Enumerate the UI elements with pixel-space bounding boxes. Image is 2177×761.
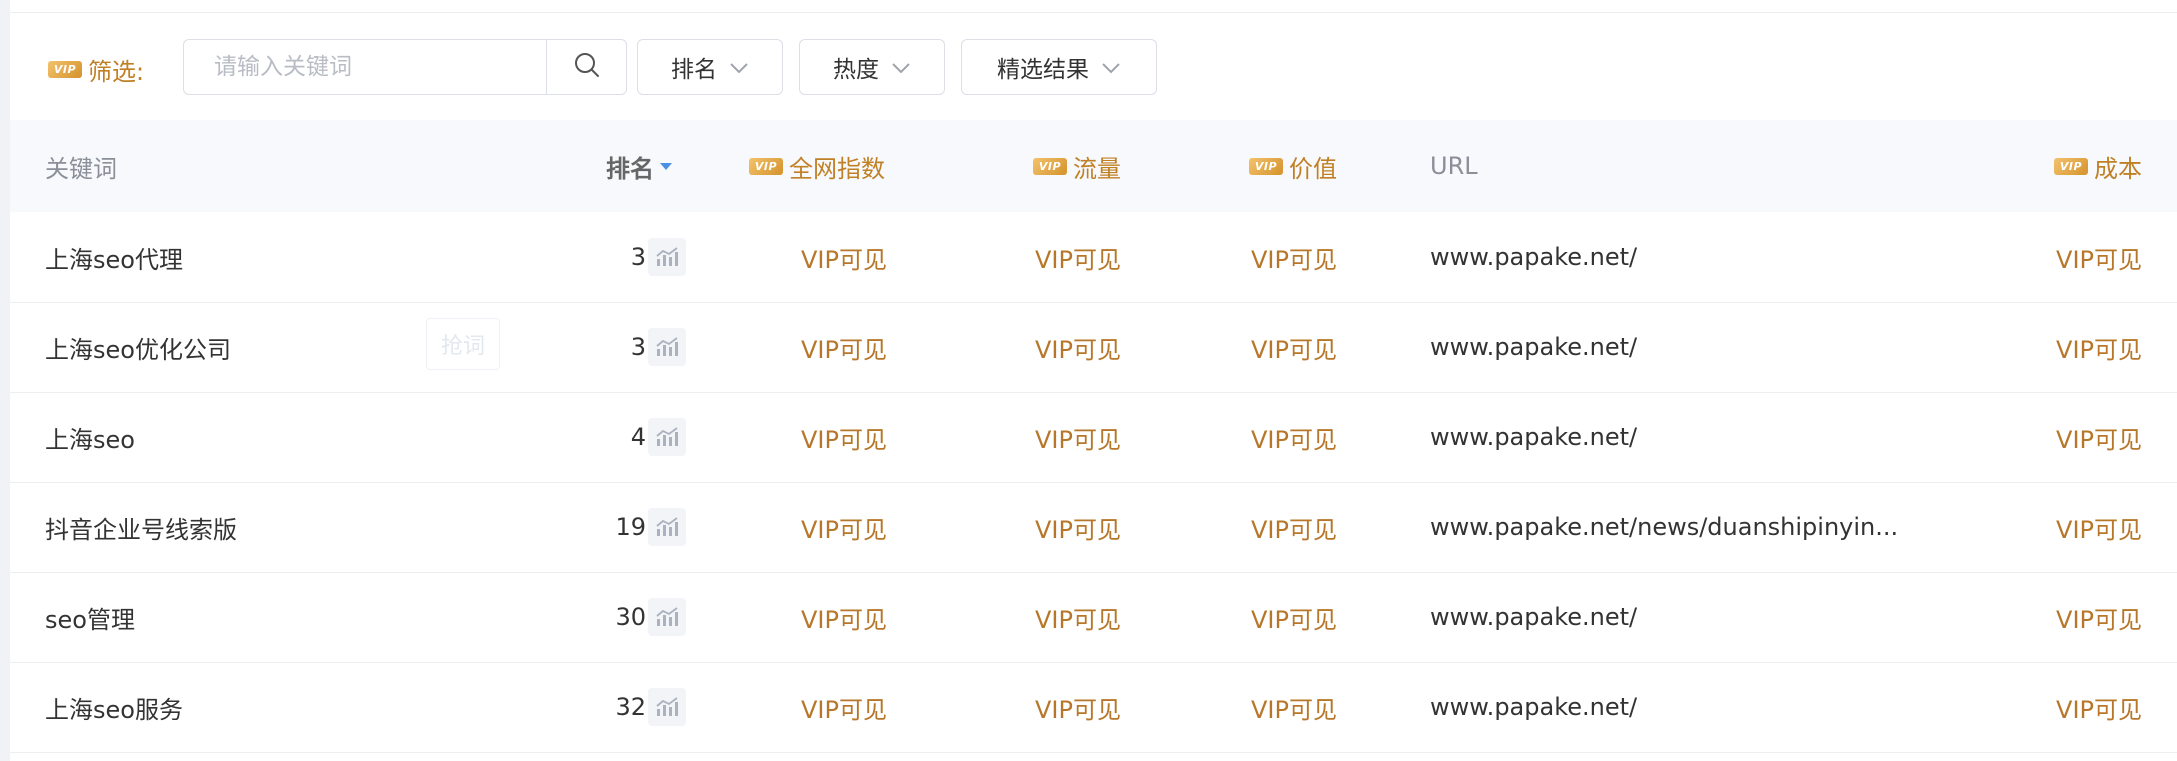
traffic-cell: VIP可见 xyxy=(1035,515,1121,544)
top-divider xyxy=(10,0,2177,13)
heat-dropdown[interactable]: 热度 xyxy=(799,39,945,95)
rank-value: 32 xyxy=(615,693,646,721)
cost-cell: VIP可见 xyxy=(2056,335,2142,364)
header-index-label: 全网指数 xyxy=(789,154,885,183)
chevron-down-icon xyxy=(1101,54,1121,80)
keyword-cell[interactable]: 抖音企业号线索版 xyxy=(45,482,237,572)
rank-dropdown-label: 排名 xyxy=(671,57,717,83)
keyword-cell[interactable]: 上海seo服务 xyxy=(45,662,183,752)
rank-cell: 3 xyxy=(570,302,686,392)
filter-label-text: 筛选: xyxy=(88,58,145,86)
url-cell[interactable]: www.papake.net/ xyxy=(1430,572,1637,662)
value-cell: VIP可见 xyxy=(1251,515,1337,544)
sort-down-icon xyxy=(660,162,672,170)
header-keyword: 关键词 xyxy=(45,154,117,183)
value-cell: VIP可见 xyxy=(1251,695,1337,724)
table-row[interactable]: 上海seo优化公司 3 VIP可见 VIP可见 VIP可见 www.papake.net/… xyxy=(10,302,2177,393)
url-cell[interactable]: www.papake.net/ xyxy=(1430,302,1637,392)
index-cell: VIP可见 xyxy=(801,425,887,454)
table-row[interactable]: 抖音企业号线索版 19 VIP可见 VIP可见 VIP可见 www.papake.net/… xyxy=(10,482,2177,573)
header-rank-label: 排名 xyxy=(606,154,654,183)
table-header: 关键词 排名 VIP 全网指数 VIP 流量 VIP 价值 URL VIP 成本 xyxy=(10,120,2177,212)
header-index: VIP 全网指数 xyxy=(749,120,885,212)
vip-badge-icon: VIP xyxy=(749,157,783,175)
header-value: VIP 价值 xyxy=(1249,120,1337,212)
keyword-cell[interactable]: seo管理 xyxy=(45,572,135,662)
url-cell[interactable]: www.papake.net/ xyxy=(1430,212,1637,302)
index-cell: VIP可见 xyxy=(801,515,887,544)
url-cell[interactable]: www.papake.net/ xyxy=(1430,662,1637,752)
vip-badge-icon: VIP xyxy=(1249,157,1283,175)
header-rank[interactable]: 排名 xyxy=(606,120,672,212)
rank-value: 30 xyxy=(615,603,646,631)
chevron-down-icon xyxy=(891,54,911,80)
value-cell: VIP可见 xyxy=(1251,425,1337,454)
keyword-cell[interactable]: 上海seo优化公司 xyxy=(45,302,231,392)
cost-cell: VIP可见 xyxy=(2056,515,2142,544)
keyword-panel: VIP 筛选: 排名 热度 精选结果 关键词 排名 VIP 全网指数 xyxy=(10,0,2177,761)
heat-dropdown-label: 热度 xyxy=(833,57,879,83)
traffic-cell: VIP可见 xyxy=(1035,605,1121,634)
index-cell: VIP可见 xyxy=(801,605,887,634)
rank-cell: 30 xyxy=(570,572,686,662)
value-cell: VIP可见 xyxy=(1251,335,1337,364)
header-url: URL xyxy=(1430,152,1478,180)
vip-badge-icon: VIP xyxy=(48,61,82,78)
search-box xyxy=(183,39,627,95)
grab-keyword-tag[interactable]: 抢词 xyxy=(426,318,500,370)
table-row[interactable]: 上海seo代理 3 VIP可见 VIP可见 VIP可见 www.papake.net/VI… xyxy=(10,212,2177,303)
rank-value: 4 xyxy=(630,423,646,451)
table-row[interactable]: 上海seo 4 VIP可见 VIP可见 VIP可见 www.papake.net/VIP可… xyxy=(10,392,2177,483)
keyword-cell[interactable]: 上海seo代理 xyxy=(45,212,183,302)
index-cell: VIP可见 xyxy=(801,245,887,274)
traffic-cell: VIP可见 xyxy=(1035,425,1121,454)
value-cell: VIP可见 xyxy=(1251,605,1337,634)
search-button[interactable] xyxy=(546,40,627,94)
trend-chart-icon[interactable] xyxy=(648,238,686,276)
trend-chart-icon[interactable] xyxy=(648,688,686,726)
featured-results-dropdown[interactable]: 精选结果 xyxy=(961,39,1157,95)
header-traffic: VIP 流量 xyxy=(1033,120,1121,212)
rank-value: 3 xyxy=(630,243,646,271)
index-cell: VIP可见 xyxy=(801,695,887,724)
featured-results-dropdown-label: 精选结果 xyxy=(997,57,1089,83)
vip-badge-icon: VIP xyxy=(2054,157,2088,175)
header-cost: VIP 成本 xyxy=(2054,120,2142,212)
header-traffic-label: 流量 xyxy=(1073,154,1121,183)
trend-chart-icon[interactable] xyxy=(648,508,686,546)
traffic-cell: VIP可见 xyxy=(1035,335,1121,364)
trend-chart-icon[interactable] xyxy=(648,418,686,456)
traffic-cell: VIP可见 xyxy=(1035,695,1121,724)
search-input[interactable] xyxy=(184,40,546,94)
index-cell: VIP可见 xyxy=(801,335,887,364)
rank-cell: 19 xyxy=(570,482,686,572)
cost-cell: VIP可见 xyxy=(2056,425,2142,454)
url-cell[interactable]: www.papake.net/ xyxy=(1430,392,1637,482)
rank-value: 19 xyxy=(615,513,646,541)
vip-badge-icon: VIP xyxy=(1033,157,1067,175)
rank-value: 3 xyxy=(630,333,646,361)
value-cell: VIP可见 xyxy=(1251,245,1337,274)
rank-dropdown[interactable]: 排名 xyxy=(637,39,783,95)
trend-chart-icon[interactable] xyxy=(648,598,686,636)
table-row[interactable]: 上海seo服务 32 VIP可见 VIP可见 VIP可见 www.papake.net/V… xyxy=(10,662,2177,753)
cost-cell: VIP可见 xyxy=(2056,695,2142,724)
filter-label: VIP 筛选: xyxy=(48,52,144,87)
header-value-label: 价值 xyxy=(1289,154,1337,183)
rank-cell: 3 xyxy=(570,212,686,302)
header-cost-label: 成本 xyxy=(2094,154,2142,183)
cost-cell: VIP可见 xyxy=(2056,605,2142,634)
chevron-down-icon xyxy=(729,54,749,80)
trend-chart-icon[interactable] xyxy=(648,328,686,366)
keyword-cell[interactable]: 上海seo xyxy=(45,392,135,482)
table-row[interactable]: seo管理 30 VIP可见 VIP可见 VIP可见 www.papake.net/VIP… xyxy=(10,572,2177,663)
url-cell[interactable]: www.papake.net/news/duanshipinyin... xyxy=(1430,482,1898,572)
rank-cell: 4 xyxy=(570,392,686,482)
traffic-cell: VIP可见 xyxy=(1035,245,1121,274)
search-icon xyxy=(573,51,601,83)
rank-cell: 32 xyxy=(570,662,686,752)
cost-cell: VIP可见 xyxy=(2056,245,2142,274)
